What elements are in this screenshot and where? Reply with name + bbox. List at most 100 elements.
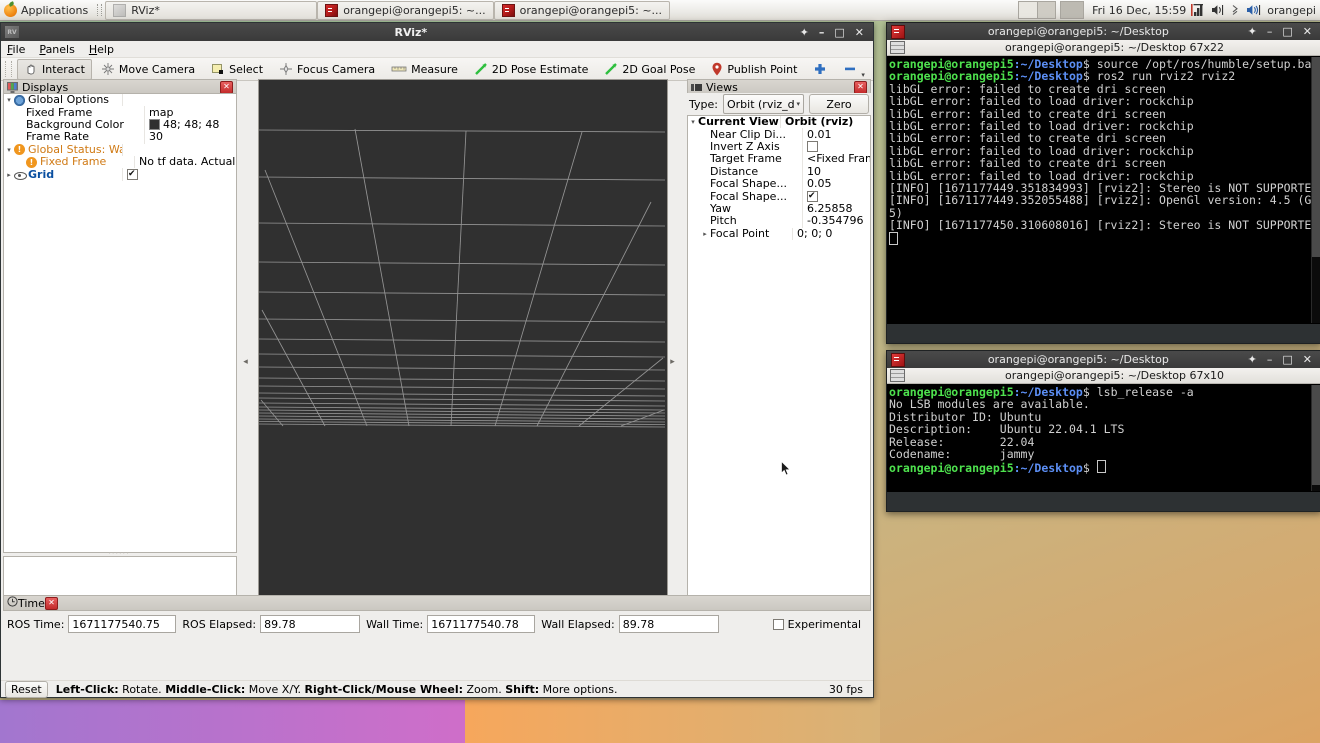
minimize-button[interactable]: – <box>819 26 825 39</box>
tool-focus-camera[interactable]: Focus Camera <box>272 59 382 80</box>
tool-move-camera[interactable]: Move Camera <box>94 59 202 80</box>
views-panel-header[interactable]: Views ✕ <box>687 79 871 94</box>
terminal-1-titlebar[interactable]: orangepi@orangepi5: ~/Desktop ✦ – □ ✕ <box>887 23 1320 40</box>
row-value[interactable]: -0.354796 <box>803 215 870 227</box>
clock[interactable]: Fri 16 Dec, 15:59 <box>1092 4 1186 17</box>
row-value[interactable]: 30 <box>145 131 236 143</box>
menu-panels[interactable]: Panels <box>39 43 74 56</box>
displays-splitter[interactable]: ······ <box>3 549 235 558</box>
close-button[interactable]: ✕ <box>855 26 864 39</box>
applications-menu[interactable]: Applications <box>0 0 94 20</box>
expander-icon[interactable]: ▾ <box>4 94 14 106</box>
ros-time-input[interactable]: 1671177540.75 <box>68 615 177 633</box>
toolbar-grip[interactable] <box>5 61 12 77</box>
tool-publish-point[interactable]: Publish Point <box>704 59 804 80</box>
close-button[interactable]: ✕ <box>1303 353 1312 366</box>
invert-z-axis-checkbox[interactable] <box>807 141 818 153</box>
workspace-2[interactable] <box>1038 2 1056 18</box>
expander-icon[interactable]: ▾ <box>688 116 698 128</box>
tree-row-invert-z-axis[interactable]: Invert Z Axis <box>688 140 870 154</box>
tree-row-frame-rate[interactable]: Frame Rate 30 <box>4 131 236 144</box>
3d-viewport[interactable] <box>258 79 668 633</box>
minimize-button[interactable]: – <box>1267 25 1273 38</box>
shade-button[interactable]: ✦ <box>1248 353 1257 366</box>
tree-row-distance[interactable]: Distance 10 <box>688 165 870 178</box>
tree-row-status-fixed-frame[interactable]: !Fixed Frame No tf data. Actual error: .… <box>4 155 236 169</box>
tree-row-pitch[interactable]: Pitch -0.354796 <box>688 215 870 228</box>
terminal-2-tab[interactable]: orangepi@orangepi5: ~/Desktop 67x10 <box>887 368 1320 384</box>
reset-button[interactable]: Reset <box>5 680 48 698</box>
color-swatch[interactable] <box>149 119 160 131</box>
terminal-2-scrollbar[interactable] <box>1311 385 1320 491</box>
rviz-titlebar[interactable]: RV RViz* ✦ – □ ✕ <box>1 23 873 41</box>
close-icon[interactable]: ✕ <box>220 80 233 94</box>
volume-icon[interactable] <box>1211 4 1224 16</box>
tree-row-yaw[interactable]: Yaw 6.25858 <box>688 202 870 216</box>
close-button[interactable]: ✕ <box>1303 25 1312 38</box>
username-label[interactable]: orangepi <box>1267 4 1320 17</box>
menu-file[interactable]: File <box>7 43 25 56</box>
chevron-down-icon[interactable]: ▾ <box>861 71 865 79</box>
tree-row-global-options[interactable]: ▾ Global Options <box>4 94 236 107</box>
tool-2d-goal-pose[interactable]: 2D Goal Pose <box>597 59 702 80</box>
experimental-checkbox[interactable] <box>772 618 784 630</box>
maximize-button[interactable]: □ <box>1282 353 1292 366</box>
close-icon[interactable]: ✕ <box>854 80 867 94</box>
shade-button[interactable]: ✦ <box>1248 25 1257 38</box>
menu-help[interactable]: Help <box>89 43 114 56</box>
expander-icon[interactable]: ▸ <box>4 169 14 181</box>
row-value[interactable]: 0; 0; 0 <box>793 228 870 240</box>
taskbar-button-terminal-2[interactable]: orangepi@orangepi5: ~... <box>493 0 671 20</box>
tree-row-focal-shape-fixed-size[interactable]: Focal Shape... <box>688 190 870 203</box>
tree-row-near-clip-distance[interactable]: Near Clip Di... 0.01 <box>688 128 870 141</box>
tree-row-focal-point[interactable]: ▸ Focal Point 0; 0; 0 <box>688 227 870 240</box>
left-splitter-handle[interactable]: ◂ <box>241 79 250 645</box>
tree-row-focal-shape-size[interactable]: Focal Shape... 0.05 <box>688 177 870 191</box>
tool-measure[interactable]: Measure <box>384 59 465 80</box>
maximize-button[interactable]: □ <box>834 26 844 39</box>
time-panel-header[interactable]: Time ✕ <box>3 595 871 611</box>
expander-icon[interactable]: ▾ <box>4 144 14 156</box>
expander-icon[interactable]: ▸ <box>700 228 710 240</box>
terminal-2-output[interactable]: orangepi@orangepi5:~/Desktop$ lsb_releas… <box>887 384 1320 492</box>
row-value[interactable]: map <box>145 107 236 119</box>
row-value[interactable]: <Fixed Frame> <box>803 153 870 165</box>
tree-row-background-color[interactable]: Background Color 48; 48; 48 <box>4 118 236 132</box>
wall-elapsed-input[interactable]: 89.78 <box>618 615 719 633</box>
terminal-1-output[interactable]: orangepi@orangepi5:~/Desktop$ source /op… <box>887 56 1320 324</box>
tree-row-grid[interactable]: ▸ Grid <box>4 168 236 181</box>
close-icon[interactable]: ✕ <box>44 596 58 610</box>
ros-elapsed-input[interactable]: 89.78 <box>260 615 361 633</box>
maximize-button[interactable]: □ <box>1282 25 1292 38</box>
tool-add[interactable] <box>806 59 834 80</box>
terminal-2-titlebar[interactable]: orangepi@orangepi5: ~/Desktop ✦ – □ ✕ <box>887 351 1320 368</box>
scrollbar-thumb[interactable] <box>1312 57 1320 257</box>
right-splitter-handle[interactable]: ▸ <box>668 79 677 645</box>
terminal-1-scrollbar[interactable] <box>1311 57 1320 323</box>
taskbar-button-rviz[interactable]: RViz* <box>105 0 318 20</box>
tool-interact[interactable]: Interact <box>17 58 92 80</box>
shade-button[interactable]: ✦ <box>800 26 809 39</box>
tool-select[interactable]: Select <box>204 59 270 80</box>
workspace-1[interactable] <box>1019 2 1038 18</box>
tool-2d-pose-estimate[interactable]: 2D Pose Estimate <box>467 59 596 80</box>
tree-row-global-status[interactable]: ▾!Global Status: Warn <box>4 143 236 156</box>
tree-row-fixed-frame[interactable]: Fixed Frame map <box>4 106 236 119</box>
focal-shape-fixed-size-checkbox[interactable] <box>807 191 818 203</box>
scrollbar-thumb[interactable] <box>1312 385 1320 485</box>
minimize-button[interactable]: – <box>1267 353 1273 366</box>
row-value[interactable]: 10 <box>803 166 870 178</box>
wall-time-input[interactable]: 1671177540.78 <box>427 615 536 633</box>
displays-panel-header[interactable]: Displays ✕ <box>3 79 237 94</box>
speaker-icon[interactable] <box>1246 4 1261 16</box>
tool-remove[interactable]: ▾ <box>836 59 872 80</box>
row-value[interactable]: 0.01 <box>803 129 870 141</box>
row-value[interactable]: 0.05 <box>803 178 870 190</box>
workspace-switcher[interactable] <box>1018 1 1057 19</box>
system-monitor-icon[interactable] <box>1191 3 1205 17</box>
tree-row-target-frame[interactable]: Target Frame <Fixed Frame> <box>688 153 870 166</box>
taskbar-button-terminal-1[interactable]: orangepi@orangepi5: ~... <box>317 0 494 20</box>
views-type-select[interactable]: Orbit (rviz_default_) ▾ <box>722 94 804 114</box>
displays-tree[interactable]: ▾ Global Options Fixed Frame map Backgrou… <box>3 93 237 553</box>
views-tree[interactable]: ▾ Current View Orbit (rviz) Near Clip Di.… <box>687 115 871 609</box>
